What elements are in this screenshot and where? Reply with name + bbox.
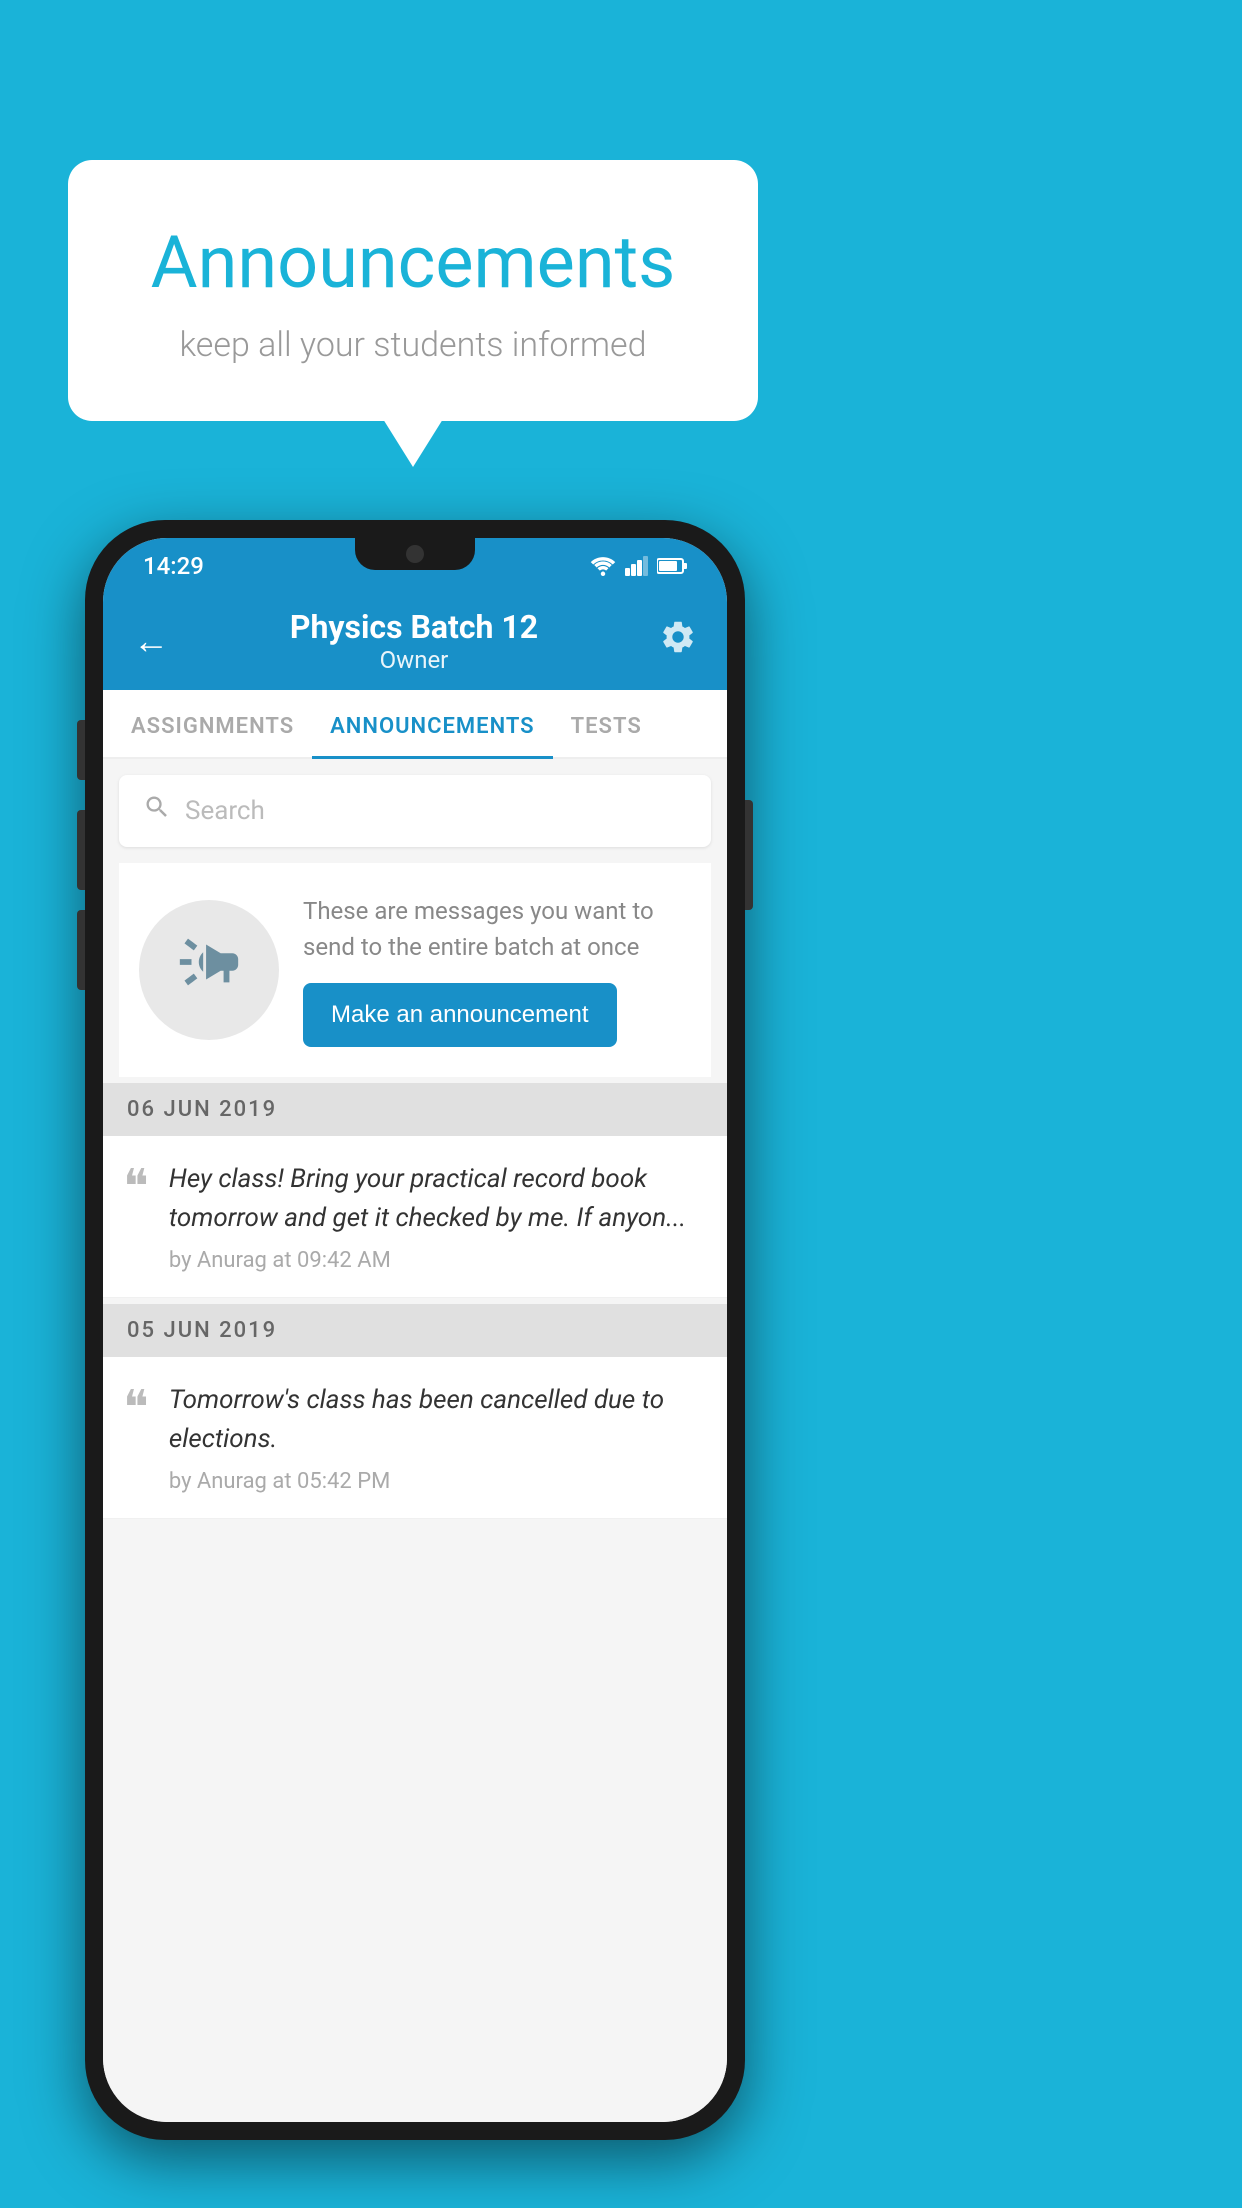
announcement-content-2: Tomorrow's class has been cancelled due … [169,1381,707,1494]
content-area: Search These are messages you want to se… [103,759,727,2122]
quote-icon-1: ❝ [123,1164,149,1212]
tab-assignments[interactable]: ASSIGNMENTS [113,690,312,757]
tabs-bar: ASSIGNMENTS ANNOUNCEMENTS TESTS [103,690,727,759]
announcement-meta-1: by Anurag at 09:42 AM [169,1248,707,1273]
phone-button-power [745,800,753,910]
speech-bubble-container: Announcements keep all your students inf… [68,160,758,421]
phone-notch [355,538,475,570]
date-separator-1: 06 JUN 2019 [103,1083,727,1136]
status-time: 14:29 [143,552,204,580]
search-placeholder: Search [185,796,265,826]
search-bar[interactable]: Search [119,775,711,847]
phone-container: 14:29 [85,520,745,2140]
megaphone-circle [139,900,279,1040]
speech-bubble-subtitle: keep all your students informed [116,325,710,365]
header-center: Physics Batch 12 Owner [290,608,538,674]
prompt-content: These are messages you want to send to t… [303,893,691,1047]
announcement-text-1: Hey class! Bring your practical record b… [169,1160,707,1238]
announcement-text-2: Tomorrow's class has been cancelled due … [169,1381,707,1459]
header-title: Physics Batch 12 [290,608,538,646]
announcement-content-1: Hey class! Bring your practical record b… [169,1160,707,1273]
header-subtitle: Owner [290,646,538,674]
date-separator-2: 05 JUN 2019 [103,1304,727,1357]
phone-screen: 14:29 [103,538,727,2122]
announcement-item-1[interactable]: ❝ Hey class! Bring your practical record… [103,1136,727,1298]
announcement-item-2[interactable]: ❝ Tomorrow's class has been cancelled du… [103,1357,727,1519]
phone-camera [406,545,424,563]
make-announcement-button[interactable]: Make an announcement [303,983,617,1047]
phone-button-left [77,720,85,780]
speech-bubble-title: Announcements [116,220,710,305]
phone-button-volume-down [77,910,85,990]
search-icon [143,793,171,829]
status-icons [589,556,687,576]
signal-icon [625,556,649,576]
prompt-description: These are messages you want to send to t… [303,893,691,965]
speech-bubble: Announcements keep all your students inf… [68,160,758,421]
app-header: ← Physics Batch 12 Owner [103,590,727,690]
announcement-prompt: These are messages you want to send to t… [119,863,711,1077]
battery-icon [657,557,687,575]
tab-tests[interactable]: TESTS [553,690,660,757]
announcement-meta-2: by Anurag at 05:42 PM [169,1469,707,1494]
tab-announcements[interactable]: ANNOUNCEMENTS [312,690,552,757]
phone-frame: 14:29 [85,520,745,2140]
quote-icon-2: ❝ [123,1385,149,1433]
gear-icon[interactable] [659,618,697,665]
back-button[interactable]: ← [133,620,169,662]
wifi-icon [589,556,617,576]
phone-button-volume-up [77,810,85,890]
megaphone-icon [174,927,244,1013]
